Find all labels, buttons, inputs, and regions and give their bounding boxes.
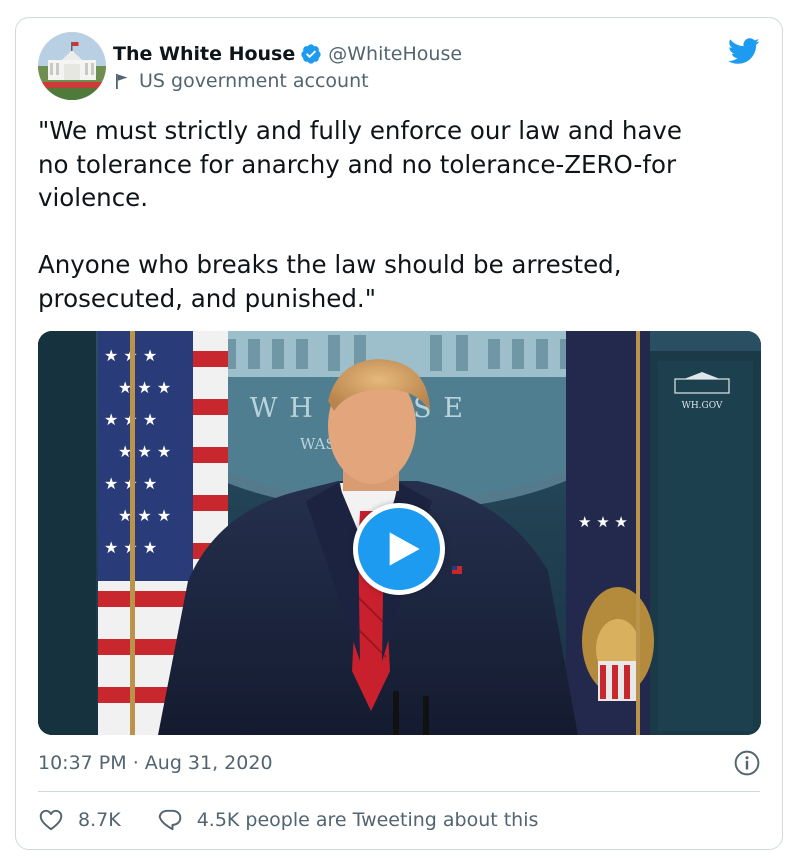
tweet-card: The White House @WhiteHouse US governmen… (15, 17, 783, 850)
avatar[interactable] (38, 32, 106, 100)
account-handle[interactable]: @WhiteHouse (328, 43, 462, 65)
government-label[interactable]: US government account (115, 68, 369, 94)
twitter-bird-icon[interactable] (728, 38, 760, 65)
display-name[interactable]: The White House (113, 43, 295, 65)
white-house-avatar (38, 32, 106, 100)
tweet-actions: 8.7K 4.5K people are Tweeting about this (38, 805, 538, 835)
speech-bubble-icon (158, 809, 181, 831)
government-label-text: US government account (139, 70, 369, 92)
like-button[interactable]: 8.7K (38, 807, 121, 833)
tweet-text: "We must strictly and fully enforce our … (38, 116, 682, 313)
wh-gov-text: WH.GOV (682, 401, 723, 411)
tweet-time[interactable]: 10:37 PM (38, 752, 127, 774)
play-icon (389, 532, 420, 566)
play-button[interactable] (353, 503, 445, 595)
account-name-row[interactable]: The White House @WhiteHouse (113, 40, 462, 68)
svg-text:★ ★ ★: ★ ★ ★ (118, 378, 171, 397)
divider (38, 791, 760, 792)
svg-text:★ ★ ★: ★ ★ ★ (118, 506, 171, 525)
tweet-timestamp[interactable]: 10:37 PM · Aug 31, 2020 (38, 748, 273, 778)
tweeting-about-text: 4.5K people are Tweeting about this (196, 809, 539, 831)
reply-button[interactable]: 4.5K people are Tweeting about this (157, 807, 539, 833)
flag-icon (116, 74, 128, 89)
info-icon[interactable] (734, 750, 760, 776)
like-count: 8.7K (78, 809, 121, 831)
svg-text:★ ★ ★: ★ ★ ★ (118, 442, 171, 461)
verified-badge-icon (301, 44, 321, 64)
svg-text:★ ★ ★: ★ ★ ★ (578, 513, 628, 531)
tweet-date[interactable]: Aug 31, 2020 (145, 752, 273, 774)
heart-icon (39, 809, 63, 831)
video-player[interactable]: WH.GOV THE WH OU (38, 331, 761, 735)
timestamp-separator: · (126, 752, 145, 774)
